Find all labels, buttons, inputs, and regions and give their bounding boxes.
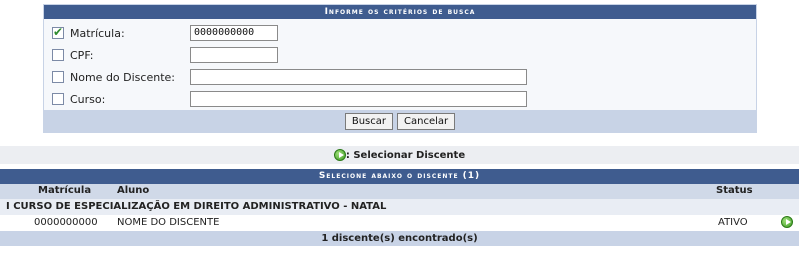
matricula-label: Matrícula: [70,26,125,40]
cpf-input[interactable] [190,47,278,63]
header-status: Status [716,185,753,196]
matricula-checkbox[interactable] [52,25,64,39]
row-matricula: 0000000000 [34,217,98,228]
search-body: Matrícula: 0000000000 CPF: Nome do Disce… [44,19,756,110]
cpf-checkbox[interactable] [52,49,64,61]
curso-checkbox[interactable] [52,93,64,105]
table-row: 0000000000 NOME DO DISCENTE ATIVO [0,215,799,231]
legend: : Selecionar Discente [0,146,799,164]
search-form: Informe os critérios de busca Matrícula:… [43,4,757,133]
search-actions: Buscar Cancelar [44,110,756,132]
curso-label: Curso: [70,92,106,106]
nome-label: Nome do Discente: [70,70,175,84]
field-row-curso: Curso: [44,88,756,110]
row-status: ATIVO [718,217,748,228]
search-button[interactable]: Buscar [344,112,394,130]
results-header: Matrícula Aluno Status [0,184,799,199]
green-arrow-icon [333,149,346,161]
nome-checkbox[interactable] [52,71,64,83]
results-caption: Selecione abaixo o discente (1) [0,169,799,184]
row-aluno: NOME DO DISCENTE [117,217,220,228]
select-student-icon[interactable] [781,216,793,228]
field-row-nome: Nome do Discente: [44,66,756,88]
cpf-label: CPF: [70,48,94,62]
header-aluno: Aluno [117,185,150,196]
results-footer: 1 discente(s) encontrado(s) [0,231,799,246]
results-table: Selecione abaixo o discente (1) Matrícul… [0,169,799,246]
field-row-matricula: Matrícula: 0000000000 [44,22,756,44]
legend-text: : Selecionar Discente [345,149,466,161]
course-group-row: I CURSO DE ESPECIALIZAÇÃO EM DIREITO ADM… [0,199,799,215]
nome-input[interactable] [190,69,527,85]
matricula-input[interactable]: 0000000000 [190,25,278,41]
header-matricula: Matrícula [38,185,92,196]
field-row-cpf: CPF: [44,44,756,66]
curso-input[interactable] [190,91,527,107]
search-caption: Informe os critérios de busca [44,5,756,19]
cancel-button[interactable]: Cancelar [397,112,456,130]
course-group-label: I CURSO DE ESPECIALIZAÇÃO EM DIREITO ADM… [6,201,387,212]
